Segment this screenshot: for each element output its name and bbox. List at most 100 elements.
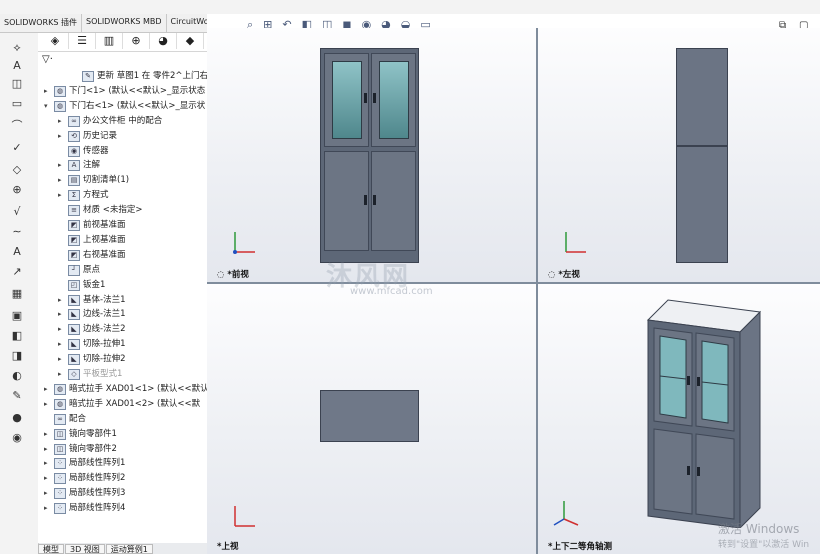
render-icon[interactable]: ●: [10, 411, 24, 425]
sketch-icon: ✎: [82, 71, 94, 82]
dimxpert-icon[interactable]: ⊕: [123, 33, 150, 49]
expand-arrow-icon[interactable]: ▸: [58, 114, 68, 129]
tab-motion-study[interactable]: 运动算例1: [105, 544, 153, 554]
tree-item[interactable]: ✎ 更新 草图1 在 零件2^上门右: [72, 69, 207, 84]
tree-item[interactable]: ▸ ◣ 边线-法兰1: [58, 307, 125, 322]
left-command-bar: ⟡ A ◫ ▭ ⌒ ✓ ◇ ⊕ √ ∼ A ↗ ▦ ▣ ◧ ◨ ◐ ✎ ● ◉: [0, 33, 39, 554]
stack-icon[interactable]: ▭: [10, 97, 24, 111]
weld-icon[interactable]: ⌒: [10, 119, 24, 133]
feature-icon: ◣: [68, 324, 80, 336]
watermark-url: www.mfcad.com: [350, 286, 433, 297]
expand-arrow-icon[interactable]: ▸: [58, 158, 68, 173]
expand-arrow-icon[interactable]: ▸: [58, 337, 68, 352]
display-manager-icon[interactable]: ◕: [150, 33, 177, 49]
tree-item-label: 平板型式1: [83, 369, 123, 379]
graphics-area[interactable]: ⌕ ⊞ ↶ ◧ ◫ ◼ ◉ ◕ ◒ ▭ ⧉ ▢ ◌ *前视 ◌ *左视 *上视 …: [207, 14, 820, 554]
tree-item[interactable]: ◩ 前视基准面: [58, 218, 126, 233]
expand-arrow-icon[interactable]: ▸: [58, 293, 68, 308]
tree-item[interactable]: ▸ ◣ 切除-拉伸2: [58, 352, 125, 367]
tree-item[interactable]: ▸ ⁘ 局部线性阵列3: [44, 486, 125, 501]
layer-icon[interactable]: ◧: [10, 329, 24, 343]
tree-item[interactable]: ≡ 材质 <未指定>: [58, 203, 142, 218]
tab-solidworks-addins[interactable]: SOLIDWORKS 插件: [0, 14, 82, 32]
tree-item[interactable]: ▸ ⟲ 历史记录: [58, 129, 117, 144]
hole-callout-icon[interactable]: ◐: [10, 369, 24, 383]
expand-arrow-icon[interactable]: ▸: [58, 129, 68, 144]
bottom-tabs: 模型 3D 视图 运动算例1: [38, 544, 220, 554]
smart-dimension-icon[interactable]: ⟡: [10, 41, 24, 55]
property-manager-icon[interactable]: ☰: [69, 33, 96, 49]
expand-arrow-icon[interactable]: ▸: [44, 397, 54, 412]
part-icon: ◍: [54, 100, 66, 112]
centermark-icon[interactable]: ↗: [10, 265, 24, 279]
surface-finish-icon[interactable]: ✓: [10, 141, 24, 155]
check-icon[interactable]: √: [10, 205, 24, 219]
tree-item[interactable]: ▸ ◍ 下门<1> (默认<<默认>_显示状态: [44, 84, 205, 99]
datum-icon[interactable]: ◇: [10, 163, 24, 177]
expand-arrow-icon[interactable]: ▸: [44, 442, 54, 457]
tree-item[interactable]: ◩ 上视基准面: [58, 233, 126, 248]
expand-arrow-icon[interactable]: ▸: [44, 427, 54, 442]
collapse-panel-icon[interactable]: ◆: [177, 33, 204, 49]
expand-arrow-icon[interactable]: ▸: [44, 486, 54, 501]
tree-item[interactable]: ▸ ⁘ 局部线性阵列1: [44, 456, 125, 471]
tree-item[interactable]: ▸ ◍ 暗式拉手 XAD01<1> (默认<<默认: [44, 382, 207, 397]
tree-item[interactable]: ▸ Σ 方程式: [58, 188, 109, 203]
photoview-icon[interactable]: ◉: [10, 431, 24, 445]
expand-arrow-icon[interactable]: ▸: [44, 471, 54, 486]
viewport-isometric[interactable]: *上下二等角轴测: [538, 284, 820, 554]
expand-arrow-icon[interactable]: ▸: [58, 352, 68, 367]
tree-item[interactable]: ▾ ◍ 下门右<1> (默认<<默认>_显示状: [44, 99, 205, 114]
tree-item[interactable]: ∞ 配合: [44, 412, 86, 427]
tree-item[interactable]: ◰ 钣金1: [58, 278, 105, 293]
tree-item[interactable]: ◉ 传感器: [58, 144, 109, 159]
tree-item[interactable]: ◩ 右视基准面: [58, 248, 126, 263]
tree-item[interactable]: ▸ ◇ 平板型式1: [58, 367, 122, 382]
expand-arrow-icon[interactable]: ▾: [44, 99, 54, 114]
note-icon[interactable]: A: [10, 59, 24, 73]
expand-arrow-icon[interactable]: ▸: [58, 173, 68, 188]
tree-item[interactable]: ▸ ◣ 边线-法兰2: [58, 322, 125, 337]
vertical-splitter[interactable]: [536, 28, 538, 554]
expand-arrow-icon[interactable]: ▸: [44, 382, 54, 397]
configuration-manager-icon[interactable]: ▥: [96, 33, 123, 49]
appearance-icon[interactable]: ✎: [10, 389, 24, 403]
expand-arrow-icon[interactable]: ▸: [44, 501, 54, 516]
tree-item[interactable]: ▸ ◣ 切除-拉伸1: [58, 337, 125, 352]
viewport-front[interactable]: ◌ *前视: [207, 28, 536, 282]
tree-item[interactable]: ▸ ⁘ 局部线性阵列4: [44, 501, 125, 516]
tab-model[interactable]: 模型: [38, 544, 64, 554]
tree-item[interactable]: ▸ ▤ 切割清单(1): [58, 173, 129, 188]
horizontal-splitter[interactable]: [207, 282, 820, 284]
expand-arrow-icon[interactable]: ▸: [58, 188, 68, 203]
tree-item[interactable]: ┘ 原点: [58, 263, 100, 278]
tab-solidworks-mbd[interactable]: SOLIDWORKS MBD: [82, 14, 167, 32]
tree-item[interactable]: ▸ ◫ 镜向零部件2: [44, 442, 117, 457]
tree-item[interactable]: ▸ ◫ 镜向零部件1: [44, 427, 117, 442]
bom-icon[interactable]: ◨: [10, 349, 24, 363]
balloon-icon[interactable]: ◫: [10, 77, 24, 91]
tab-3d-view[interactable]: 3D 视图: [65, 544, 105, 554]
tree-item[interactable]: ▸ ◣ 基体-法兰1: [58, 293, 125, 308]
tree-item[interactable]: ▸ A 注解: [58, 158, 100, 173]
part-icon: ◍: [54, 398, 66, 410]
viewport-left[interactable]: ◌ *左视: [538, 28, 820, 282]
tree-item[interactable]: ▸ ∞ 办公文件柜 中的配合: [58, 114, 162, 129]
tree-item-label: 下门右<1> (默认<<默认>_显示状: [69, 100, 206, 111]
geom-tolerance-icon[interactable]: ⊕: [10, 183, 24, 197]
tree-item[interactable]: ▸ ◍ 暗式拉手 XAD01<2> (默认<<默: [44, 397, 200, 412]
spline-icon[interactable]: ∼: [10, 225, 24, 239]
feature-manager-icon[interactable]: ◈: [42, 33, 69, 49]
filter-icon[interactable]: ▽·: [38, 52, 207, 68]
viewport-top[interactable]: *上视: [207, 284, 536, 554]
view-tag-icon: ◌: [548, 270, 559, 280]
expand-arrow-icon[interactable]: ▸: [58, 367, 68, 382]
expand-arrow-icon[interactable]: ▸: [58, 322, 68, 337]
expand-arrow-icon[interactable]: ▸: [58, 307, 68, 322]
expand-arrow-icon[interactable]: ▸: [44, 84, 54, 99]
text-icon[interactable]: A: [10, 245, 24, 259]
tree-item[interactable]: ▸ ⁘ 局部线性阵列2: [44, 471, 125, 486]
view-icon[interactable]: ▣: [10, 309, 24, 323]
expand-arrow-icon[interactable]: ▸: [44, 456, 54, 471]
table-icon[interactable]: ▦: [10, 287, 24, 301]
